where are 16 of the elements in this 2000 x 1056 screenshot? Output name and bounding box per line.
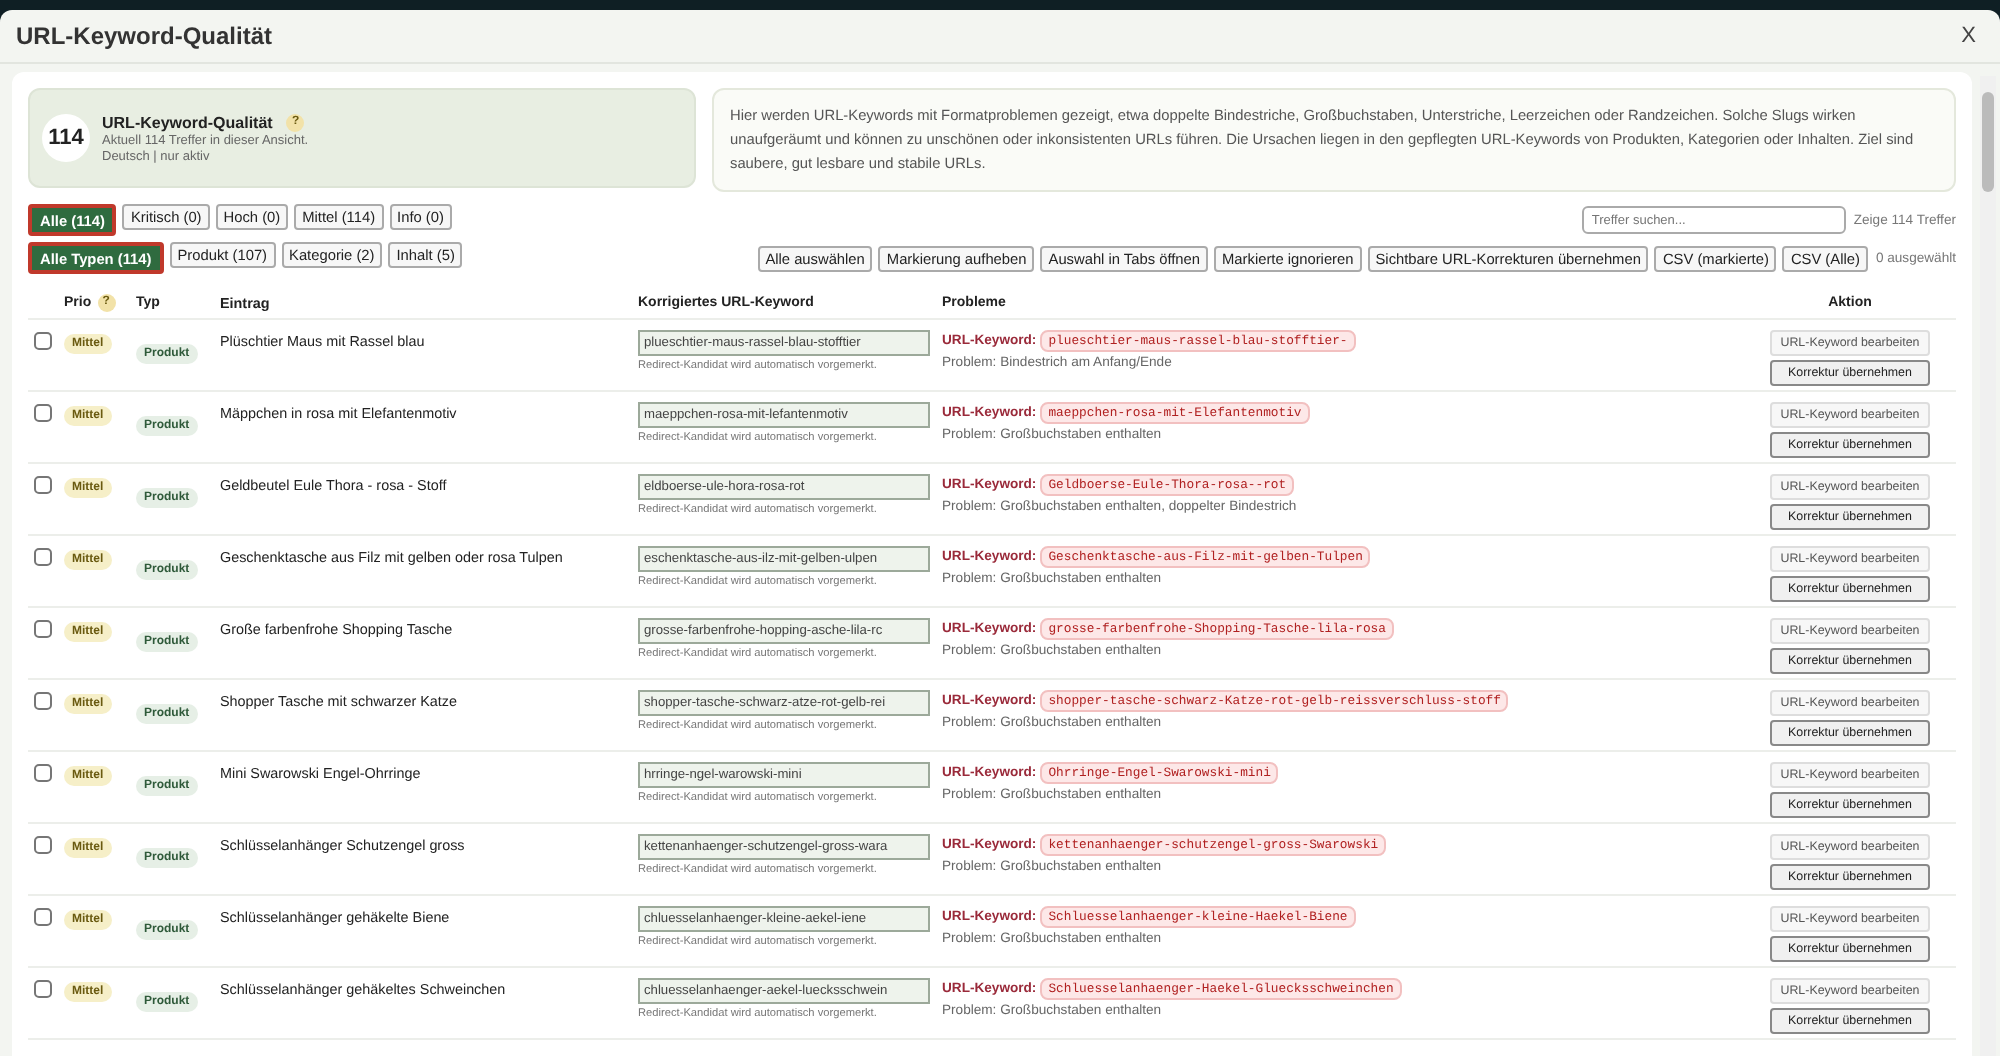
row-checkbox[interactable] xyxy=(33,980,51,998)
row-checkbox[interactable] xyxy=(33,332,51,350)
row-checkbox[interactable] xyxy=(33,476,51,494)
row-checkbox[interactable] xyxy=(33,620,51,638)
count-badge: 114 xyxy=(42,114,90,162)
summary-title: URL-Keyword-Qualität xyxy=(102,113,273,131)
row-checkbox[interactable] xyxy=(33,548,51,566)
close-button[interactable]: X xyxy=(1957,24,1980,48)
row-checkbox[interactable] xyxy=(33,908,51,926)
scrollbar-thumb[interactable] xyxy=(1982,92,1994,192)
scrollbar[interactable] xyxy=(1980,76,1996,1056)
row-checkbox[interactable] xyxy=(33,692,51,710)
window-title: URL-Keyword-Qualität xyxy=(16,22,273,50)
row-checkbox[interactable] xyxy=(33,764,51,782)
row-checkbox[interactable] xyxy=(33,404,51,422)
row-checkbox[interactable] xyxy=(33,836,51,854)
